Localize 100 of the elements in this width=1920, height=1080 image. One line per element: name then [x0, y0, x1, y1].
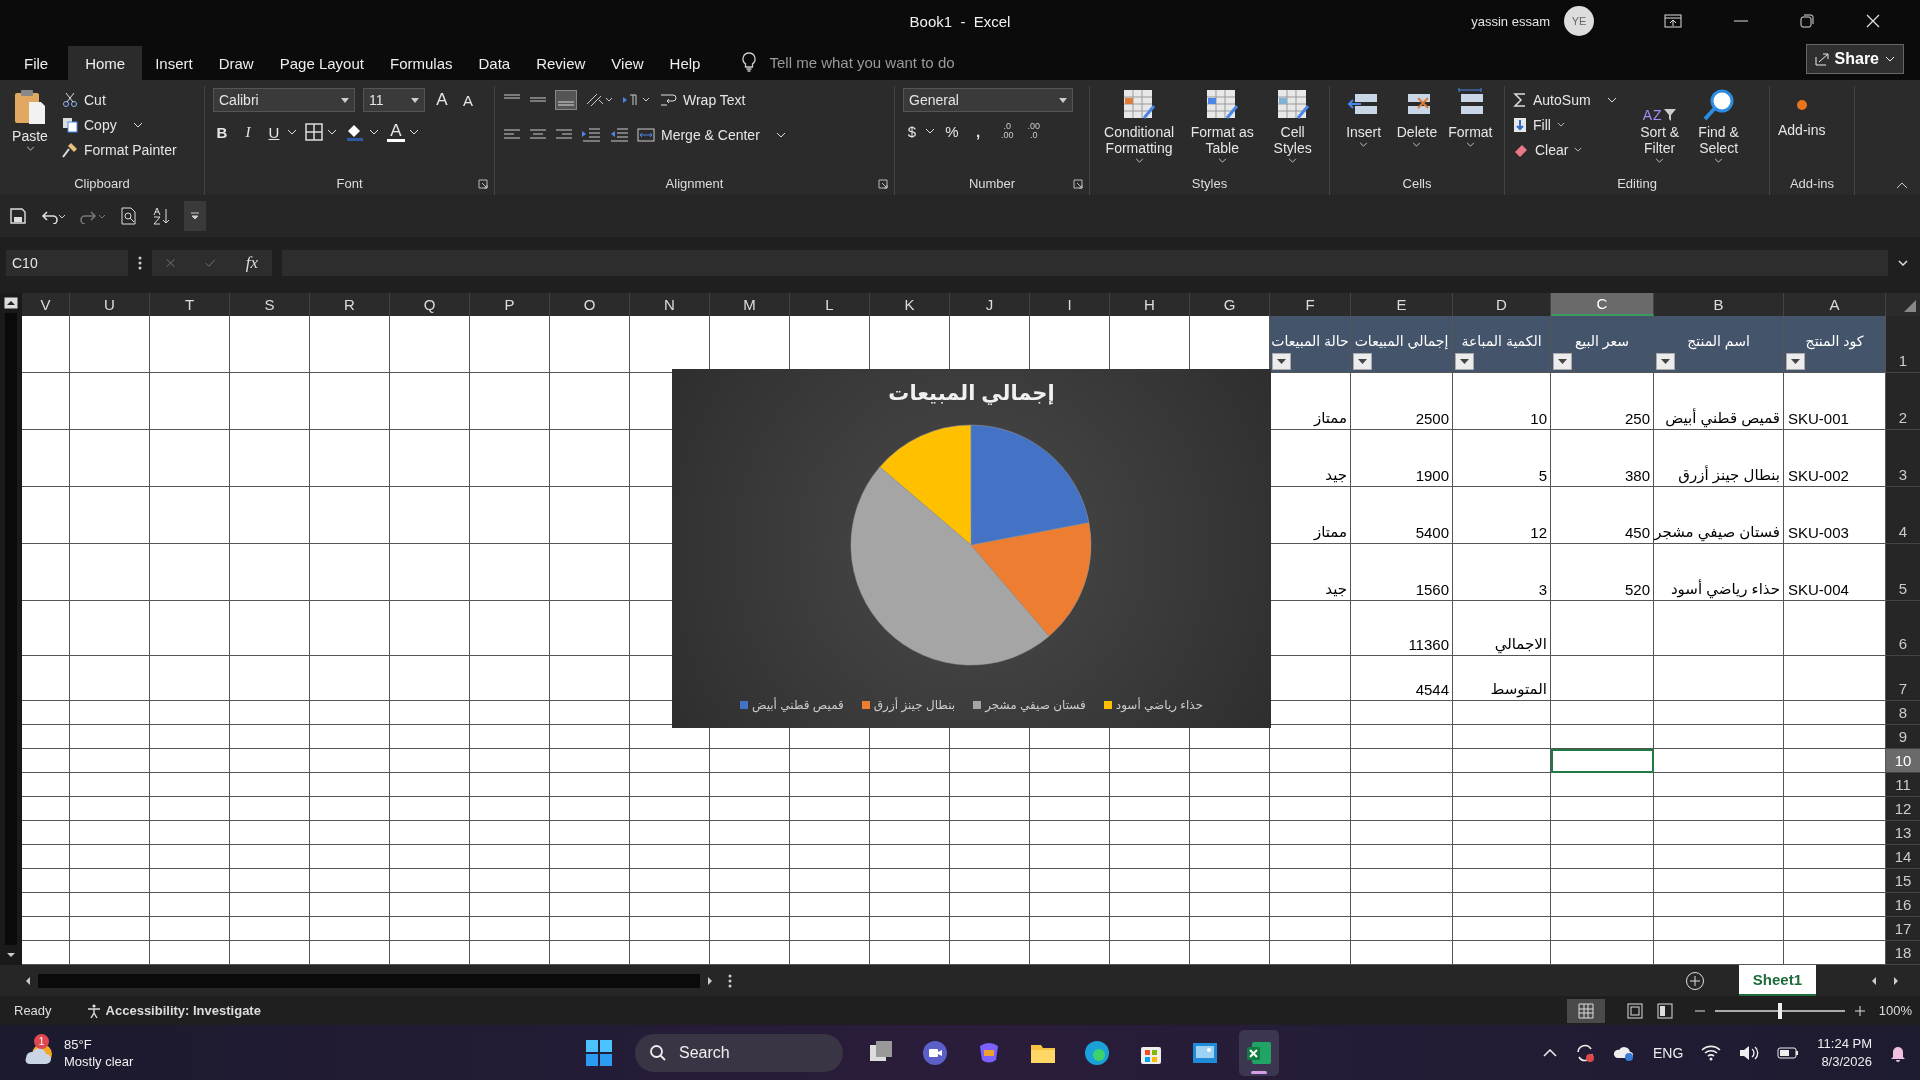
menu-tab[interactable]: Formulas — [376, 46, 466, 80]
column-header[interactable]: E — [1351, 293, 1453, 316]
menu-tab[interactable]: Home — [68, 46, 143, 80]
search-label[interactable]: Search — [679, 1043, 730, 1062]
caret-icon[interactable] — [327, 129, 337, 135]
caret-icon[interactable] — [409, 129, 419, 135]
format-painter-button[interactable]: Format Painter — [84, 141, 177, 158]
menu-tab[interactable]: Review — [523, 46, 599, 80]
zoom-out-icon[interactable] — [1694, 1009, 1705, 1012]
column-header[interactable]: I — [1030, 293, 1110, 316]
autosum-button[interactable]: AutoSum — [1533, 91, 1591, 108]
horizontal-scrollbar[interactable] — [24, 972, 714, 989]
vertical-scrollbar[interactable] — [0, 293, 22, 965]
select-all-icon[interactable] — [1904, 300, 1916, 312]
menu-tab[interactable]: Page Layout — [266, 46, 377, 80]
row-header[interactable]: 13 — [1886, 821, 1920, 845]
page-layout-view-icon[interactable] — [1626, 1002, 1643, 1019]
undo-icon[interactable] — [40, 208, 66, 224]
add-ins-icon[interactable] — [1794, 98, 1809, 112]
text-direction-icon[interactable] — [621, 91, 651, 108]
column-header[interactable]: S — [230, 293, 310, 316]
sort-letter[interactable]: A — [1642, 108, 1652, 122]
format-cells-button[interactable]: Format — [1448, 124, 1493, 140]
share-icon[interactable] — [1814, 52, 1829, 66]
dialog-launcher-icon[interactable] — [1073, 179, 1083, 189]
column-header[interactable]: N — [630, 293, 710, 316]
merge-icon[interactable] — [637, 126, 655, 143]
close-icon[interactable] — [1866, 14, 1880, 28]
column-header[interactable]: O — [550, 293, 630, 316]
row-header[interactable]: 2 — [1886, 373, 1920, 430]
search-icon[interactable] — [649, 1043, 667, 1062]
grow-font-button[interactable]: A — [433, 90, 451, 110]
page-break-view-icon[interactable] — [1656, 1002, 1673, 1019]
add-ins-button[interactable]: Add-ins — [1778, 122, 1826, 138]
decrease-indent-icon[interactable] — [609, 126, 629, 143]
underline-button[interactable]: U — [265, 123, 283, 141]
checkmark-icon[interactable] — [205, 256, 216, 270]
row-header[interactable]: 12 — [1886, 797, 1920, 821]
name-box[interactable]: C10 — [6, 250, 128, 276]
volume-icon[interactable] — [1739, 1044, 1760, 1061]
column-header[interactable]: F — [1270, 293, 1351, 316]
currency-button[interactable]: $ — [903, 122, 921, 140]
row-header[interactable]: 5 — [1886, 544, 1920, 601]
caret-icon[interactable] — [1059, 97, 1067, 103]
center-icon[interactable] — [529, 127, 547, 142]
column-header[interactable]: Q — [390, 293, 470, 316]
caret-icon[interactable] — [132, 121, 143, 128]
font-size-field[interactable]: 11 — [369, 92, 384, 108]
scissors-icon[interactable] — [62, 91, 78, 108]
row-header[interactable]: 15 — [1886, 869, 1920, 893]
row-header[interactable]: 8 — [1886, 701, 1920, 725]
caret-icon[interactable] — [287, 129, 297, 135]
wrap-text-icon[interactable] — [659, 91, 677, 108]
search-field[interactable]: Search — [635, 1033, 843, 1072]
accessibility-icon[interactable] — [85, 1002, 102, 1019]
copy-button[interactable]: Copy — [84, 116, 117, 133]
clock-time[interactable]: 11:24 PM — [1817, 1034, 1872, 1053]
expand-icon[interactable] — [1898, 260, 1908, 266]
next-sheet-icon[interactable] — [1892, 975, 1900, 986]
redo-icon[interactable] — [80, 208, 106, 224]
column-header[interactable]: P — [470, 293, 550, 316]
clear-button[interactable]: Clear — [1535, 141, 1569, 158]
caret-icon[interactable] — [1606, 96, 1617, 103]
decimal-button[interactable]: .0 .00 — [1001, 122, 1014, 140]
align-right-icon[interactable] — [555, 127, 573, 142]
copy-icon[interactable] — [62, 116, 78, 133]
wrap-text-button[interactable]: Wrap Text — [683, 91, 746, 108]
column-header[interactable]: B — [1654, 293, 1784, 316]
font-color-button[interactable]: A — [387, 122, 405, 142]
increase-indent-icon[interactable] — [581, 126, 601, 143]
caret-icon[interactable] — [925, 128, 935, 134]
fill-color-icon[interactable] — [345, 122, 365, 142]
menu-tab[interactable]: Insert — [142, 46, 206, 80]
merge-center-button[interactable]: Merge & Center — [661, 126, 760, 143]
italic-button[interactable]: I — [239, 123, 257, 141]
collapse-ribbon-icon[interactable] — [1896, 182, 1908, 189]
column-header[interactable]: U — [70, 293, 150, 316]
paste-icon[interactable] — [13, 88, 47, 126]
sort-icon[interactable] — [152, 207, 170, 225]
caret-icon[interactable] — [1574, 147, 1583, 152]
sheet-tab[interactable]: Sheet1 — [1738, 965, 1816, 996]
weather-condition-text[interactable]: Mostly clear — [64, 1052, 134, 1070]
paste-button[interactable]: Paste — [12, 128, 48, 144]
zoom-slider-thumb[interactable] — [1777, 1002, 1782, 1019]
row-header[interactable]: 3 — [1886, 430, 1920, 487]
delete-cells-button[interactable]: Delete — [1396, 124, 1438, 140]
sigma-icon[interactable] — [1513, 91, 1527, 108]
sort-filter-button[interactable]: Sort & Filter — [1630, 124, 1689, 156]
eraser-icon[interactable] — [1513, 142, 1529, 157]
row-header[interactable]: 16 — [1886, 893, 1920, 917]
row-header[interactable]: 7 — [1886, 656, 1920, 701]
temperature-text[interactable]: 85°F — [64, 1035, 134, 1053]
cut-button[interactable]: Cut — [84, 91, 106, 108]
borders-icon[interactable] — [305, 123, 323, 141]
row-header[interactable]: 18 — [1886, 941, 1920, 965]
restore-icon[interactable] — [1800, 14, 1814, 28]
column-header[interactable]: K — [870, 293, 950, 316]
filter-dropdown-icon[interactable] — [1353, 353, 1372, 370]
column-header[interactable]: T — [150, 293, 230, 316]
cell-styles-button[interactable]: Cell Styles — [1264, 124, 1321, 156]
